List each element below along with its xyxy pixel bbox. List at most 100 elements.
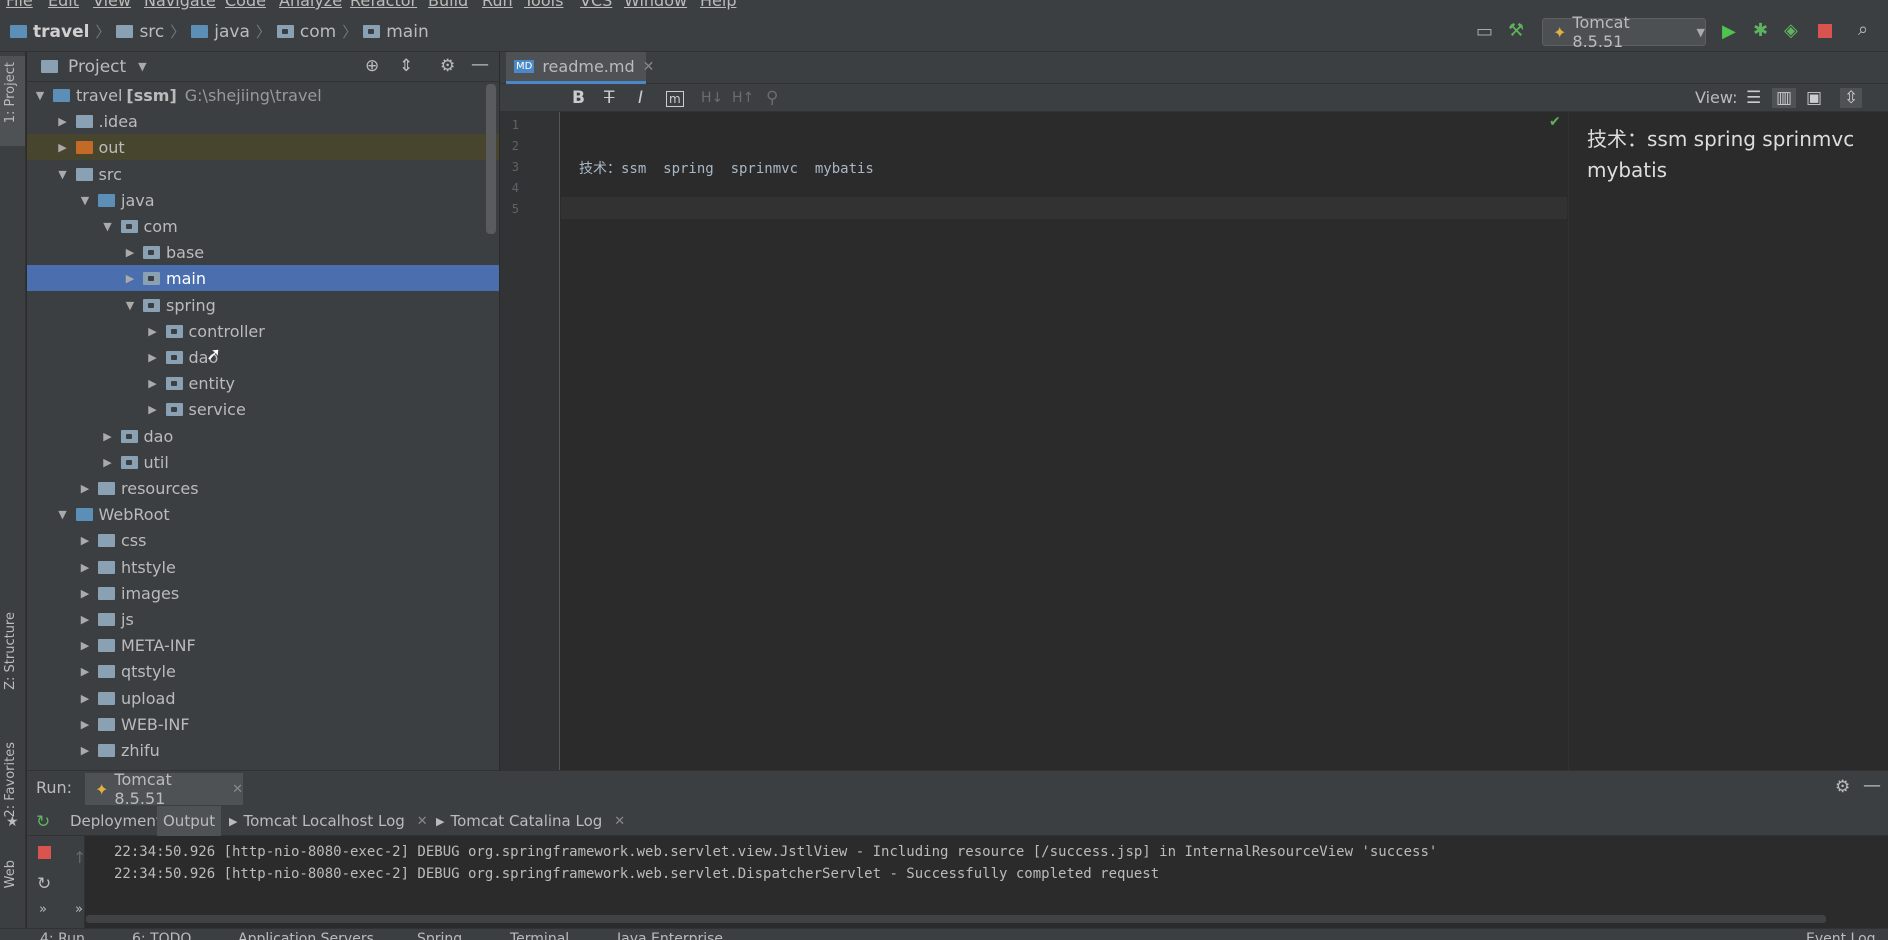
tab-readme-md[interactable]: MD readme.md ✕ [506, 52, 654, 84]
menu-analyze[interactable]: Analyze [279, 0, 342, 10]
breadcrumb-com[interactable]: com [300, 22, 336, 42]
stop-icon[interactable] [1818, 24, 1832, 38]
tree-item-dao[interactable]: ▶ dao [27, 344, 499, 370]
tree-item-js[interactable]: ▶ js [27, 606, 499, 632]
tree-item-htstyle[interactable]: ▶ htstyle [27, 554, 499, 580]
stop-icon[interactable] [38, 846, 51, 859]
expand-arrow-right-icon[interactable]: ▶ [78, 587, 92, 600]
tree-item-service[interactable]: ▶ service [27, 396, 499, 422]
expand-arrow-right-icon[interactable]: ▶ [123, 272, 137, 285]
structure-tool-label[interactable]: Z: Structure [3, 612, 18, 690]
console-output[interactable]: 22:34:50.926 [http-nio-8080-exec-2] DEBU… [86, 836, 1888, 940]
expand-arrow-right-icon[interactable]: ▶ [56, 141, 70, 154]
window-icon[interactable]: ▭ [1476, 23, 1493, 41]
run-configuration-dropdown[interactable]: ✦ Tomcat 8.5.51 ▼ [1542, 13, 1706, 51]
run-icon[interactable]: ▶ [1722, 23, 1736, 41]
breadcrumb-src[interactable]: src [139, 22, 164, 42]
strikethrough-icon[interactable]: T [604, 88, 614, 108]
menu-code[interactable]: Code [225, 0, 266, 10]
close-icon[interactable]: ✕ [643, 59, 655, 75]
tree-item-travel[interactable]: ▼ travel [ssm] G:\shejiing\travel [27, 82, 499, 108]
tree-item-webroot[interactable]: ▼ WebRoot [27, 501, 499, 527]
expand-arrow-right-icon[interactable]: ▶ [146, 377, 160, 390]
expand-arrow-right-icon[interactable]: ▶ [146, 403, 160, 416]
tree-item-entity[interactable]: ▶ entity [27, 370, 499, 396]
expand-arrow-down-icon[interactable]: ▼ [78, 194, 92, 207]
tree-item-dao[interactable]: ▶ dao [27, 423, 499, 449]
tree-item-java[interactable]: ▼ java [27, 187, 499, 213]
code-icon[interactable]: m [666, 91, 684, 107]
chevron-down-icon[interactable]: ▼ [138, 60, 146, 73]
breadcrumb-java[interactable]: java [214, 22, 250, 42]
bold-icon[interactable]: B [572, 88, 585, 108]
close-icon[interactable]: ✕ [417, 814, 428, 829]
restart-icon[interactable]: ↻ [37, 874, 51, 894]
expand-arrow-right-icon[interactable]: ▶ [78, 718, 92, 731]
expand-arrow-right-icon[interactable]: ▶ [101, 430, 115, 443]
tool-todo[interactable]: 6: TODO [132, 931, 191, 940]
gear-icon[interactable]: ⚙ [440, 56, 455, 76]
tree-item-com[interactable]: ▼ com [27, 213, 499, 239]
expand-arrow-right-icon[interactable]: ▶ [101, 456, 115, 469]
tab-tomcat-catalina-log[interactable]: ▶ Tomcat Catalina Log ✕ [430, 806, 631, 836]
expand-arrow-right-icon[interactable]: ▶ [146, 325, 160, 338]
editor-only-icon[interactable]: ☰ [1746, 88, 1761, 108]
tree-item-images[interactable]: ▶ images [27, 580, 499, 606]
tree-item-web-inf[interactable]: ▶ WEB-INF [27, 711, 499, 737]
expand-arrow-right-icon[interactable]: ▶ [78, 482, 92, 495]
tool-terminal[interactable]: Terminal [510, 931, 569, 940]
tool-run[interactable]: 4: Run [40, 931, 85, 940]
rerun-icon[interactable]: ↻ [36, 812, 50, 832]
breadcrumb-main[interactable]: main [386, 22, 428, 42]
gear-icon[interactable]: ⚙ [1835, 777, 1850, 797]
more-icon[interactable]: » [39, 902, 47, 917]
expand-arrow-right-icon[interactable]: ▶ [123, 246, 137, 259]
menu-tools[interactable]: Tools [524, 0, 563, 10]
favorites-tool-label[interactable]: 2: Favorites [3, 742, 18, 818]
expand-arrow-down-icon[interactable]: ▼ [101, 220, 115, 233]
menu-help[interactable]: Help [700, 0, 736, 10]
preview-only-icon[interactable]: ▣ [1806, 88, 1822, 108]
tree-item-resources[interactable]: ▶ resources [27, 475, 499, 501]
tool-event-log[interactable]: Event Log [1806, 931, 1876, 940]
menu-refactor[interactable]: Refactor [350, 0, 417, 10]
tab-deployment[interactable]: Deployment [64, 806, 168, 836]
expand-arrow-right-icon[interactable]: ▶ [78, 744, 92, 757]
tree-item-idea[interactable]: ▶ .idea [27, 108, 499, 134]
menu-run[interactable]: Run [482, 0, 513, 10]
tree-item-css[interactable]: ▶ css [27, 527, 499, 553]
expand-arrow-right-icon[interactable]: ▶ [146, 351, 160, 364]
menu-build[interactable]: Build [428, 0, 468, 10]
menu-window[interactable]: Window [624, 0, 687, 10]
expand-arrow-down-icon[interactable]: ▼ [123, 299, 137, 312]
link-icon[interactable]: ⚲ [766, 88, 778, 108]
tab-tomcat-localhost-log[interactable]: ▶ Tomcat Localhost Log ✕ [223, 806, 434, 836]
run-tab-tomcat[interactable]: ✦ Tomcat 8.5.51 ✕ [85, 770, 243, 808]
expand-arrow-right-icon[interactable]: ▶ [78, 692, 92, 705]
menu-navigate[interactable]: Navigate [144, 0, 216, 10]
expand-arrow-right-icon[interactable]: ▶ [78, 665, 92, 678]
expand-arrow-down-icon[interactable]: ▼ [56, 508, 70, 521]
expand-arrow-down-icon[interactable]: ▼ [33, 89, 47, 102]
tool-spring[interactable]: Spring [417, 931, 462, 940]
tree-item-base[interactable]: ▶ base [27, 239, 499, 265]
tree-item-upload[interactable]: ▶ upload [27, 685, 499, 711]
menu-view[interactable]: View [93, 0, 131, 10]
expand-arrow-down-icon[interactable]: ▼ [56, 168, 70, 181]
search-icon[interactable]: ⌕ [1858, 21, 1868, 39]
expand-arrow-right-icon[interactable]: ▶ [78, 639, 92, 652]
project-tool-label[interactable]: 1: Project [3, 62, 18, 123]
tree-item-spring[interactable]: ▼ spring [27, 292, 499, 318]
coverage-icon[interactable]: ◈ [1784, 22, 1798, 40]
header-icon[interactable]: H↓ [701, 90, 723, 106]
scroll-sync-icon[interactable]: ⇳ [1840, 88, 1863, 108]
minimize-icon[interactable]: — [1863, 775, 1881, 796]
menu-file[interactable]: File [6, 0, 33, 10]
split-view-icon[interactable]: ▥ [1772, 88, 1797, 108]
build-hammer-icon[interactable]: ⚒ [1508, 22, 1524, 40]
tab-output[interactable]: Output [157, 806, 222, 836]
debug-icon[interactable]: ✱ [1753, 22, 1768, 40]
tree-item-qtstyle[interactable]: ▶ qtstyle [27, 658, 499, 684]
tree-item-controller[interactable]: ▶ controller [27, 318, 499, 344]
project-panel-title[interactable]: Project [68, 57, 126, 77]
